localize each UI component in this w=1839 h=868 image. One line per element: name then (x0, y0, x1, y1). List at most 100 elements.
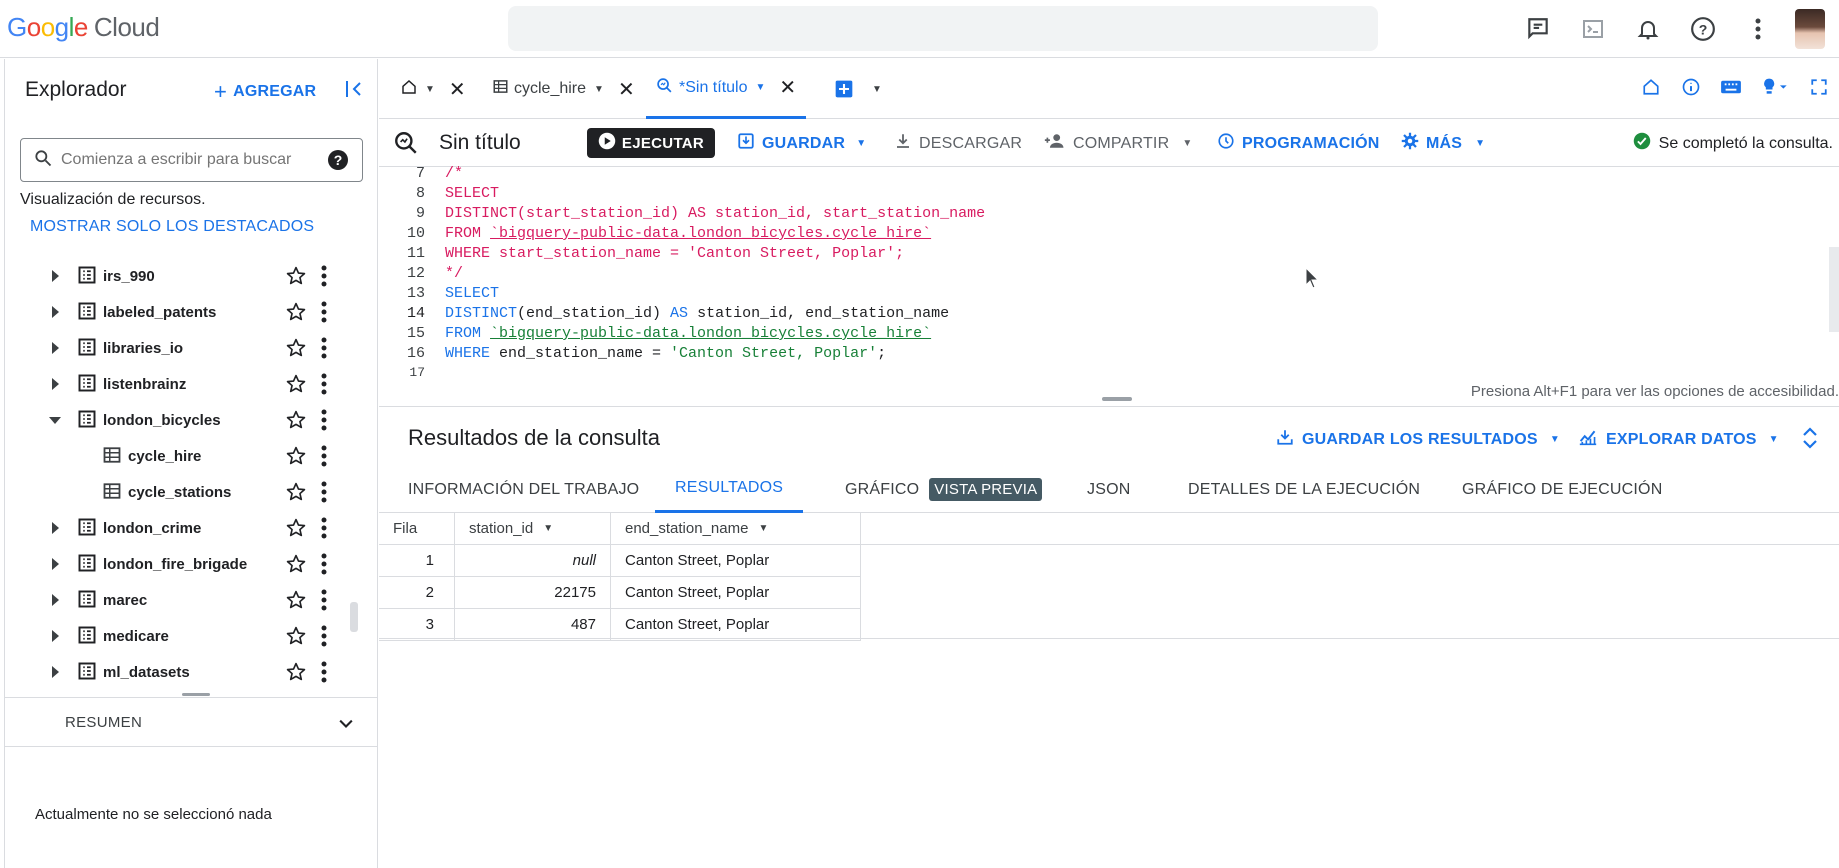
star-icon[interactable] (285, 481, 307, 503)
chevron-down-icon[interactable]: ▼ (594, 84, 604, 95)
lightbulb-icon[interactable] (1751, 77, 1799, 102)
tab-results[interactable]: RESULTADOS (655, 466, 804, 513)
star-icon[interactable] (285, 661, 307, 683)
tree-dataset-item[interactable]: london_fire_brigade (5, 546, 370, 582)
more-vert-icon[interactable] (321, 481, 327, 503)
table-cell[interactable]: null (455, 545, 611, 577)
tree-dataset-item[interactable]: medicare (5, 618, 370, 654)
tree-table-item[interactable]: cycle_stations (5, 474, 370, 510)
more-vert-icon[interactable] (321, 553, 327, 575)
explorer-search[interactable]: ? (20, 138, 363, 182)
more-vert-icon[interactable] (321, 409, 327, 431)
global-search-bar[interactable] (508, 6, 1378, 51)
tree-scrollbar[interactable] (350, 602, 358, 632)
tab-job-info[interactable]: INFORMACIÓN DEL TRABAJO (408, 466, 639, 513)
star-icon[interactable] (285, 517, 307, 539)
caret-right-icon[interactable] (45, 518, 65, 538)
close-icon[interactable]: ✕ (449, 77, 466, 102)
more-vert-icon[interactable] (321, 265, 327, 287)
download-button[interactable]: DESCARGAR (894, 132, 1022, 155)
save-results-button[interactable]: GUARDAR LOS RESULTADOS ▼ (1276, 428, 1560, 451)
explore-data-button[interactable]: EXPLORAR DATOS ▼ (1578, 428, 1779, 451)
close-icon[interactable]: ✕ (618, 77, 635, 102)
star-icon[interactable] (285, 337, 307, 359)
info-icon[interactable] (1671, 77, 1711, 102)
summary-section[interactable]: RESUMEN (5, 697, 378, 747)
caret-right-icon[interactable] (45, 662, 65, 682)
tab-cycle-hire[interactable]: cycle_hire ▼ ✕ (493, 59, 635, 119)
tab-execution-graph[interactable]: GRÁFICO DE EJECUCIÓN (1462, 466, 1662, 513)
table-cell[interactable]: Canton Street, Poplar (611, 545, 861, 577)
caret-right-icon[interactable] (45, 374, 65, 394)
more-vert-icon[interactable] (321, 373, 327, 395)
column-header-row[interactable]: Fila (379, 513, 455, 545)
home-icon[interactable] (1631, 78, 1671, 101)
run-button[interactable]: EJECUTAR (587, 128, 715, 158)
tab-home[interactable]: ▼ ✕ (401, 59, 466, 119)
fullscreen-icon[interactable] (1799, 78, 1839, 101)
close-icon[interactable]: ✕ (779, 75, 796, 100)
column-header-station-id[interactable]: station_id ▼ (455, 513, 611, 545)
show-starred-link[interactable]: MOSTRAR SOLO LOS DESTACADOS (30, 218, 314, 236)
help-icon[interactable]: ? (1675, 0, 1730, 58)
star-icon[interactable] (285, 301, 307, 323)
more-vert-icon[interactable] (321, 337, 327, 359)
more-vert-icon[interactable] (1730, 0, 1785, 58)
expand-results-icon[interactable] (1800, 426, 1822, 450)
search-help-icon[interactable]: ? (328, 150, 348, 170)
star-icon[interactable] (285, 589, 307, 611)
chevron-down-icon[interactable] (336, 714, 356, 734)
caret-right-icon[interactable] (45, 302, 65, 322)
add-button[interactable]: + AGREGAR (214, 79, 316, 105)
tab-untitled-query[interactable]: *Sin título ▼ ✕ (646, 59, 807, 119)
table-cell[interactable]: 487 (455, 609, 611, 641)
schedule-button[interactable]: PROGRAMACIÓN (1217, 132, 1380, 155)
feedback-icon[interactable] (1510, 0, 1565, 58)
table-cell[interactable]: 2 (379, 577, 455, 609)
editor-resize-handle[interactable] (1102, 397, 1132, 401)
sql-editor[interactable]: 7/* 8 SELECT 9 DISTINCT(start_station_id) … (379, 165, 1839, 382)
star-icon[interactable] (285, 409, 307, 431)
caret-right-icon[interactable] (45, 338, 65, 358)
new-query-button[interactable]: ▼ (834, 59, 882, 119)
terminal-icon[interactable] (1565, 0, 1620, 58)
share-button[interactable]: COMPARTIR ▼ (1044, 132, 1192, 155)
tree-table-item[interactable]: cycle_hire (5, 438, 370, 474)
chevron-down-icon[interactable]: ▼ (755, 82, 765, 93)
tree-dataset-item[interactable]: libraries_io (5, 330, 370, 366)
more-vert-icon[interactable] (321, 301, 327, 323)
more-vert-icon[interactable] (321, 589, 327, 611)
more-button[interactable]: MÁS ▼ (1401, 132, 1485, 155)
star-icon[interactable] (285, 445, 307, 467)
star-icon[interactable] (285, 553, 307, 575)
explorer-search-input[interactable] (61, 151, 311, 169)
panel-resize-handle[interactable] (182, 693, 210, 696)
table-cell[interactable]: Canton Street, Poplar (611, 609, 861, 641)
more-vert-icon[interactable] (321, 517, 327, 539)
keyboard-icon[interactable] (1711, 78, 1751, 101)
caret-down-icon[interactable] (45, 410, 65, 430)
more-vert-icon[interactable] (321, 661, 327, 683)
more-vert-icon[interactable] (321, 625, 327, 647)
tab-execution-details[interactable]: DETALLES DE LA EJECUCIÓN (1188, 466, 1420, 513)
tree-dataset-item[interactable]: labeled_patents (5, 294, 370, 330)
chevron-down-icon[interactable]: ▼ (872, 84, 882, 95)
column-header-end-station-name[interactable]: end_station_name ▼ (611, 513, 861, 545)
save-button[interactable]: GUARDAR ▼ (737, 132, 866, 155)
chevron-down-icon[interactable]: ▼ (425, 84, 435, 95)
table-cell[interactable]: 3 (379, 609, 455, 641)
tab-chart[interactable]: GRÁFICO VISTA PREVIA (845, 466, 1043, 513)
tree-dataset-item[interactable]: marec (5, 582, 370, 618)
table-cell[interactable]: 1 (379, 545, 455, 577)
tab-json[interactable]: JSON (1087, 466, 1130, 513)
tree-dataset-item[interactable]: listenbrainz (5, 366, 370, 402)
tree-dataset-item[interactable]: ml_datasets (5, 654, 370, 690)
caret-right-icon[interactable] (45, 626, 65, 646)
collapse-panel-icon[interactable] (342, 77, 366, 101)
caret-right-icon[interactable] (45, 554, 65, 574)
google-cloud-logo[interactable]: Google Cloud (7, 12, 160, 43)
star-icon[interactable] (285, 373, 307, 395)
star-icon[interactable] (285, 625, 307, 647)
tree-dataset-item[interactable]: irs_990 (5, 258, 370, 294)
caret-right-icon[interactable] (45, 266, 65, 286)
